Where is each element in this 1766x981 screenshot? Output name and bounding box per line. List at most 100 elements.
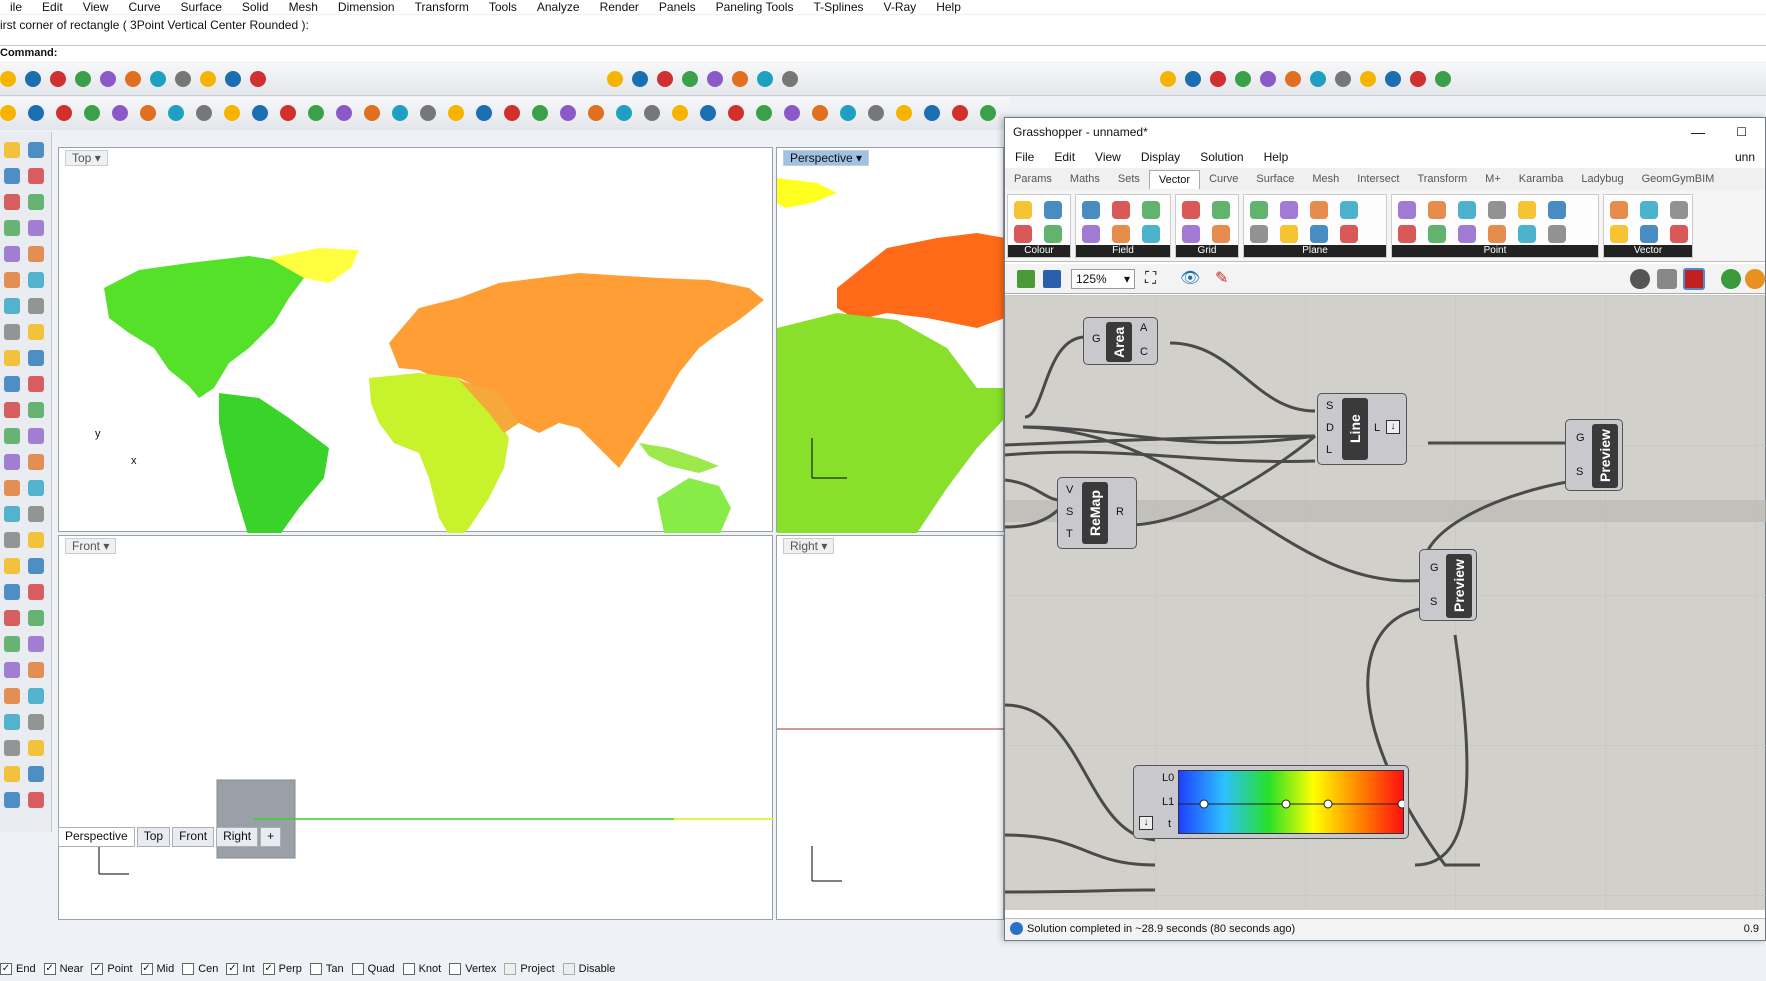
osnap-cen[interactable]: Cen xyxy=(182,963,218,975)
line-component[interactable]: S D L Line L ↓ xyxy=(1317,393,1407,465)
menu-mesh[interactable]: Mesh xyxy=(279,1,328,13)
graft-icon[interactable]: ↓ xyxy=(1139,816,1153,830)
left-tool-icon[interactable] xyxy=(4,532,20,548)
gh-tab-vector[interactable]: Vector xyxy=(1148,169,1201,189)
left-tool-icon[interactable] xyxy=(28,792,44,808)
ribbon-group-label[interactable]: Colour xyxy=(1008,245,1070,257)
toolbar-tool-icon[interactable] xyxy=(28,105,44,121)
ribbon-component-icon[interactable] xyxy=(1280,225,1298,243)
port-L-out[interactable]: L xyxy=(1374,422,1380,434)
gh-menu-display[interactable]: Display xyxy=(1131,150,1190,164)
port-S[interactable]: S xyxy=(1326,400,1333,412)
ribbon-component-icon[interactable] xyxy=(1340,225,1358,243)
ribbon-component-icon[interactable] xyxy=(1670,225,1688,243)
preview-selected-icon[interactable] xyxy=(1683,268,1705,290)
toolbar-tool-icon[interactable] xyxy=(56,105,72,121)
ribbon-component-icon[interactable] xyxy=(1488,225,1506,243)
menu-ile[interactable]: ile xyxy=(0,1,32,13)
toolbar-tool-icon[interactable] xyxy=(616,105,632,121)
menu-solid[interactable]: Solid xyxy=(232,1,279,13)
viewport-perspective[interactable]: Perspective ▾ xyxy=(776,147,1005,533)
gh-tab-mesh[interactable]: Mesh xyxy=(1303,173,1348,185)
osnap-disable[interactable]: Disable xyxy=(562,963,615,975)
toolbar-tool-icon[interactable] xyxy=(1235,71,1251,87)
toolbar-tool-icon[interactable] xyxy=(476,105,492,121)
toolbar-tool-icon[interactable] xyxy=(896,105,912,121)
viewport-tab-front[interactable]: Front xyxy=(172,827,215,847)
toolbar-tool-icon[interactable] xyxy=(196,105,212,121)
menu-t-splines[interactable]: T-Splines xyxy=(803,1,873,13)
port-T[interactable]: T xyxy=(1066,528,1073,540)
toolbar-tool-icon[interactable] xyxy=(84,105,100,121)
ribbon-component-icon[interactable] xyxy=(1142,225,1160,243)
ribbon-component-icon[interactable] xyxy=(1112,201,1130,219)
left-tool-icon[interactable] xyxy=(4,714,20,730)
gh-menu-solution[interactable]: Solution xyxy=(1190,150,1253,164)
toolbar-tool-icon[interactable] xyxy=(757,71,773,87)
gh-menu-view[interactable]: View xyxy=(1085,150,1131,164)
menu-view[interactable]: View xyxy=(73,1,119,13)
left-tool-icon[interactable] xyxy=(4,584,20,600)
maximize-button[interactable]: ☐ xyxy=(1736,118,1747,146)
ribbon-group-label[interactable]: Vector xyxy=(1604,245,1692,257)
toolbar-tool-icon[interactable] xyxy=(224,105,240,121)
toolbar-tool-icon[interactable] xyxy=(252,105,268,121)
osnap-checkbox[interactable] xyxy=(449,963,462,975)
ribbon-component-icon[interactable] xyxy=(1310,225,1328,243)
osnap-int[interactable]: ✓ Int xyxy=(226,963,255,975)
left-tool-icon[interactable] xyxy=(28,662,44,678)
ribbon-component-icon[interactable] xyxy=(1398,225,1416,243)
ribbon-component-icon[interactable] xyxy=(1428,201,1446,219)
toolbar-tool-icon[interactable] xyxy=(1160,71,1176,87)
osnap-mid[interactable]: ✓ Mid xyxy=(140,963,174,975)
ribbon-component-icon[interactable] xyxy=(1548,201,1566,219)
gh-tab-sets[interactable]: Sets xyxy=(1109,173,1149,185)
toolbar-tool-icon[interactable] xyxy=(980,105,996,121)
preview-mesh-icon[interactable] xyxy=(1721,269,1741,289)
toolbar-tool-icon[interactable] xyxy=(924,105,940,121)
toolbar-tool-icon[interactable] xyxy=(812,105,828,121)
ribbon-component-icon[interactable] xyxy=(1488,201,1506,219)
gh-tab-maths[interactable]: Maths xyxy=(1061,173,1109,185)
toolbar-tool-icon[interactable] xyxy=(448,105,464,121)
port-L[interactable]: L xyxy=(1326,444,1332,456)
gh-tab-params[interactable]: Params xyxy=(1005,173,1061,185)
osnap-knot[interactable]: Knot xyxy=(402,963,441,975)
left-tool-icon[interactable] xyxy=(4,298,20,314)
toolbar-tool-icon[interactable] xyxy=(728,105,744,121)
osnap-vertex[interactable]: Vertex xyxy=(449,963,496,975)
left-tool-icon[interactable] xyxy=(4,220,20,236)
port-R[interactable]: R xyxy=(1116,506,1124,518)
toolbar-tool-icon[interactable] xyxy=(952,105,968,121)
osnap-checkbox[interactable]: ✓ xyxy=(0,963,12,975)
toolbar-tool-icon[interactable] xyxy=(364,105,380,121)
port-S[interactable]: S xyxy=(1066,506,1073,518)
gh-tab-geomgymbim[interactable]: GeomGymBIM xyxy=(1633,173,1724,185)
left-tool-icon[interactable] xyxy=(28,636,44,652)
menu-tools[interactable]: Tools xyxy=(479,1,527,13)
left-tool-icon[interactable] xyxy=(4,506,20,522)
ribbon-component-icon[interactable] xyxy=(1670,201,1688,219)
toolbar-tool-icon[interactable] xyxy=(336,105,352,121)
menu-v-ray[interactable]: V-Ray xyxy=(874,1,927,13)
ribbon-component-icon[interactable] xyxy=(1610,225,1628,243)
preview-mode-shaded-icon[interactable] xyxy=(1657,269,1677,289)
left-tool-icon[interactable] xyxy=(28,220,44,236)
toolbar-tool-icon[interactable] xyxy=(607,71,623,87)
left-tool-icon[interactable] xyxy=(28,324,44,340)
ribbon-component-icon[interactable] xyxy=(1340,201,1358,219)
left-tool-icon[interactable] xyxy=(28,506,44,522)
left-tool-icon[interactable] xyxy=(4,194,20,210)
ribbon-component-icon[interactable] xyxy=(1014,225,1032,243)
port-S[interactable]: S xyxy=(1576,466,1583,478)
toolbar-tool-icon[interactable] xyxy=(657,71,673,87)
left-tool-icon[interactable] xyxy=(28,194,44,210)
ribbon-group-label[interactable]: Point xyxy=(1392,245,1598,257)
ribbon-component-icon[interactable] xyxy=(1082,225,1100,243)
left-tool-icon[interactable] xyxy=(4,740,20,756)
left-tool-icon[interactable] xyxy=(28,532,44,548)
zoom-dropdown[interactable]: 125% ▾ xyxy=(1071,269,1135,289)
ribbon-component-icon[interactable] xyxy=(1182,225,1200,243)
toolbar-tool-icon[interactable] xyxy=(707,71,723,87)
osnap-checkbox[interactable]: ✓ xyxy=(140,963,153,975)
